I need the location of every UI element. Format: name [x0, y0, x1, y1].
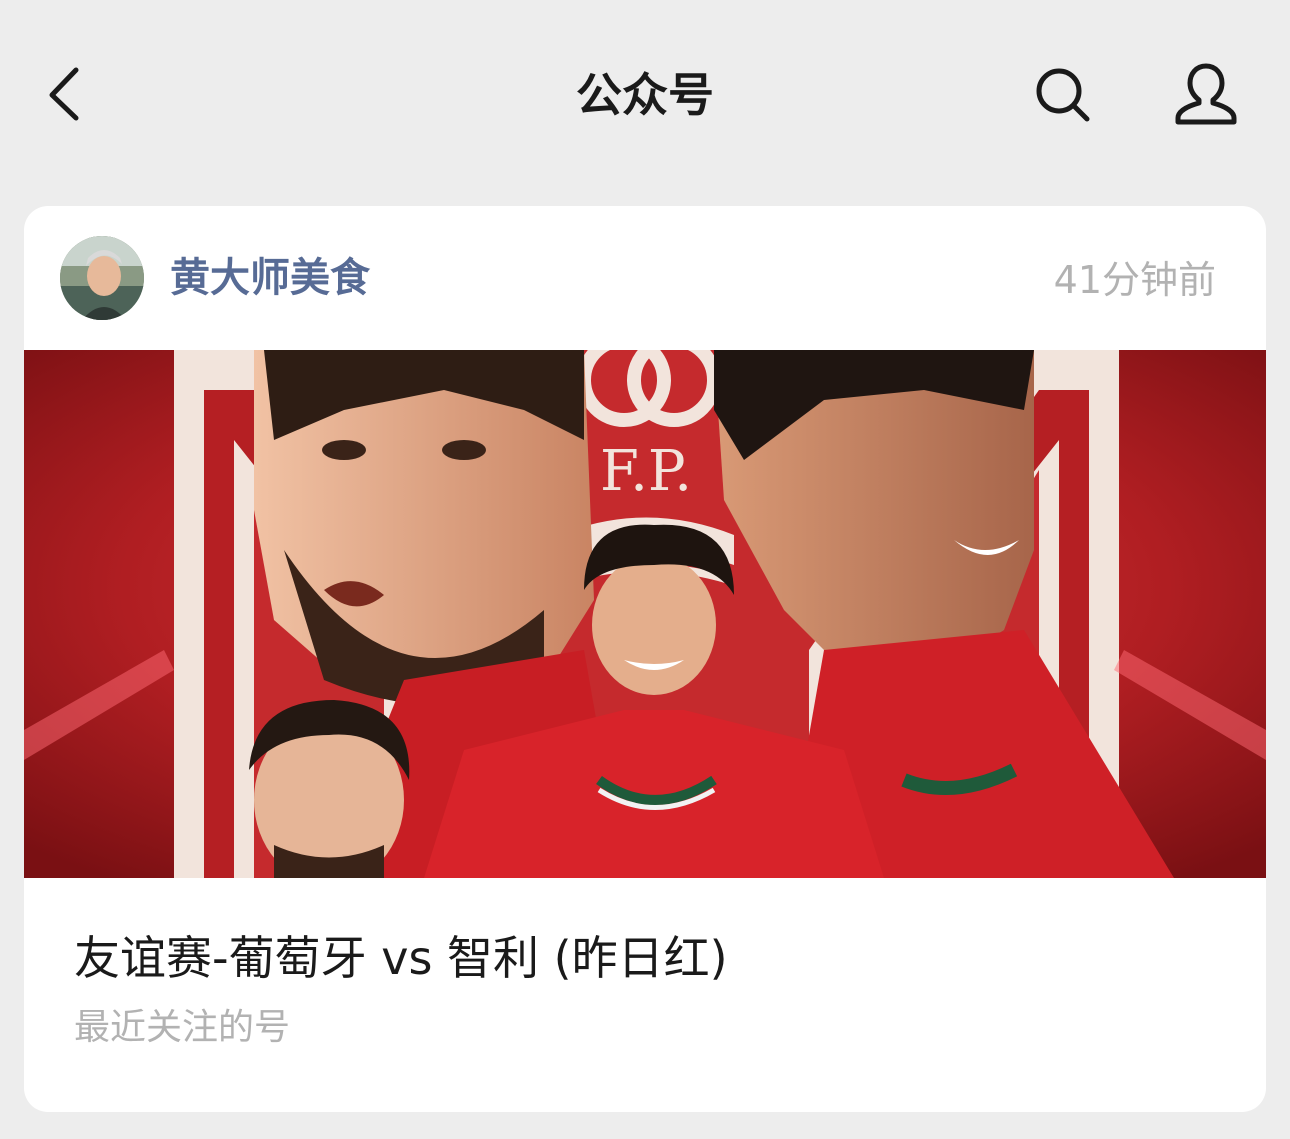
profile-button[interactable]	[1170, 60, 1242, 132]
search-button[interactable]	[1030, 62, 1096, 128]
back-button[interactable]	[40, 60, 100, 130]
top-navigation-bar: 公众号	[0, 0, 1290, 190]
article-title[interactable]: 友谊赛-葡萄牙 vs 智利 (昨日红)	[74, 926, 728, 990]
post-time: 41分钟前	[1053, 258, 1216, 302]
chevron-left-icon	[49, 67, 79, 121]
card-header: 黄大师美食 41分钟前	[24, 206, 1266, 350]
cover-badge-text: F.P.	[600, 439, 692, 504]
avatar-image	[60, 236, 144, 320]
article-card[interactable]: 黄大师美食 41分钟前 F.P. 友谊赛-葡萄牙 vs 智利 (昨日红) 最近关…	[24, 206, 1266, 1112]
article-subtitle: 最近关注的号	[74, 1007, 291, 1048]
user-icon	[1175, 63, 1237, 125]
page-title: 公众号	[576, 68, 714, 122]
cover-image[interactable]: F.P.	[24, 350, 1266, 878]
account-avatar[interactable]	[60, 236, 144, 320]
cover-illustration: F.P.	[24, 350, 1266, 878]
account-name[interactable]: 黄大师美食	[170, 250, 370, 306]
search-icon	[1036, 68, 1090, 122]
